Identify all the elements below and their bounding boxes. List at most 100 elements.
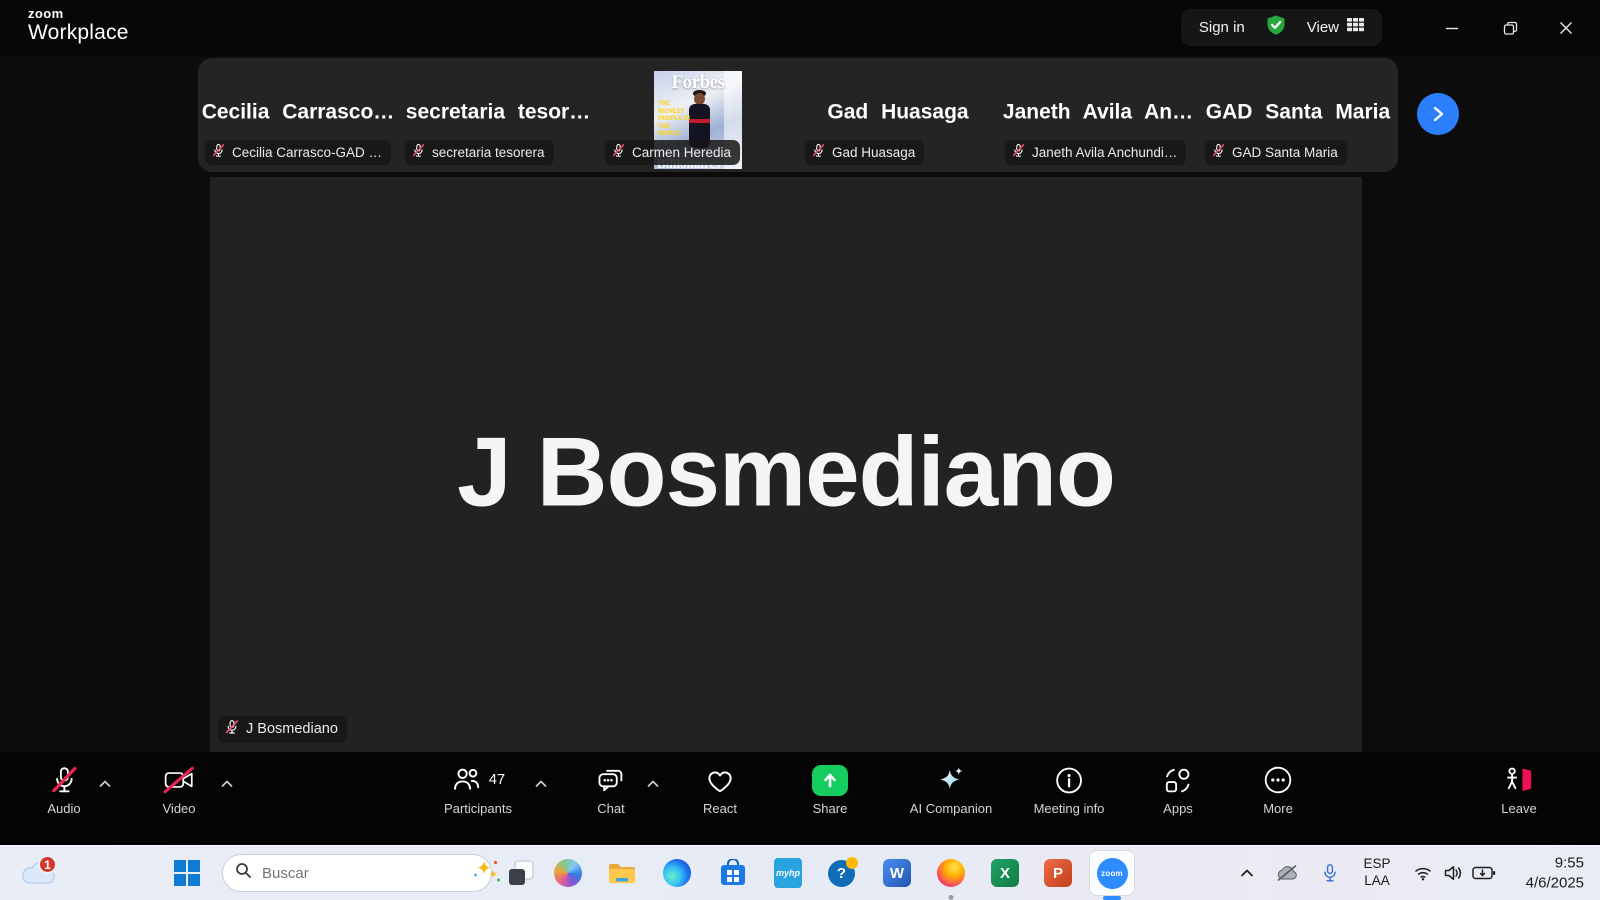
share-button[interactable]: Share: [812, 762, 848, 816]
video-tile-gad-huasaga[interactable]: Gad Huasaga Gad Huasaga: [798, 58, 998, 172]
zoom-glyph: zoom: [1097, 858, 1128, 889]
edge-browser-icon[interactable]: [663, 859, 691, 887]
tile-display-name: Cecilia Carrasco…: [198, 101, 398, 125]
window-titlebar: zoom Workplace Sign in View: [0, 0, 1600, 56]
microsoft-store-icon[interactable]: [720, 859, 746, 887]
battery-icon[interactable]: [1472, 866, 1496, 881]
language-indicator[interactable]: ESP LAA: [1363, 856, 1390, 890]
speaker-display-name: J Bosmediano: [210, 415, 1362, 528]
video-button[interactable]: Video: [162, 762, 195, 816]
react-label: React: [703, 801, 737, 816]
participants-label: Participants: [444, 801, 512, 816]
mic-muted-icon: [811, 143, 826, 161]
tile-display-name: Janeth Avila An…: [998, 101, 1198, 125]
tile-name-pill: Cecilia Carrasco-GAD …: [205, 140, 391, 165]
heart-icon: [705, 762, 735, 798]
info-icon: [1054, 762, 1083, 798]
word-glyph: W: [883, 859, 911, 887]
search-input[interactable]: [262, 865, 461, 882]
view-button[interactable]: View: [1307, 18, 1364, 37]
forbes-masthead: Forbes: [654, 72, 742, 94]
copilot-app-icon[interactable]: [554, 859, 582, 887]
participants-count: 47: [489, 772, 505, 788]
video-options-chevron[interactable]: [221, 775, 234, 793]
taskbar-search[interactable]: [222, 854, 492, 892]
video-tile-secretaria[interactable]: secretaria tesor… secretaria tesorera: [398, 58, 598, 172]
tile-display-name: secretaria tesor…: [398, 101, 598, 125]
tile-name-pill: Carmen Heredia: [605, 140, 740, 165]
meeting-toolbar: Audio Video 47 Participants Chat React: [0, 752, 1600, 845]
clock-date: 4/6/2025: [1526, 873, 1584, 893]
video-tile-janeth[interactable]: Janeth Avila An… Janeth Avila Anchundi…: [998, 58, 1198, 172]
participants-button[interactable]: 47 Participants: [444, 762, 512, 816]
more-button[interactable]: More: [1263, 762, 1293, 816]
task-view-button[interactable]: [507, 859, 535, 887]
video-tile-carmen[interactable]: Forbes The richest people in the world B…: [598, 58, 798, 172]
tile-name-label: GAD Santa Maria: [1232, 145, 1338, 160]
close-button[interactable]: [1540, 0, 1592, 56]
search-icon: [235, 862, 252, 884]
meeting-info-button[interactable]: Meeting info: [1034, 762, 1105, 816]
help-app-icon[interactable]: ?: [828, 858, 858, 888]
apps-label: Apps: [1163, 801, 1193, 816]
participant-filmstrip: Cecilia Carrasco… Cecilia Carrasco-GAD ……: [198, 58, 1398, 172]
share-screen-icon: [812, 765, 848, 796]
audio-button[interactable]: Audio: [47, 762, 80, 816]
more-ellipsis-icon: [1263, 762, 1293, 798]
file-explorer-icon[interactable]: [607, 860, 637, 886]
tile-display-name: Gad Huasaga: [798, 101, 998, 125]
ai-companion-button[interactable]: AI Companion: [910, 762, 992, 816]
speaker-name-label: J Bosmediano: [246, 721, 338, 737]
video-tile-gad-santa-maria[interactable]: GAD Santa Maria GAD Santa Maria: [1198, 58, 1398, 172]
participants-options-chevron[interactable]: [535, 775, 548, 793]
help-badge-dot: [846, 857, 858, 869]
brand-zoom: zoom: [28, 7, 129, 20]
account-area: Sign in View: [1181, 9, 1382, 46]
chat-button[interactable]: Chat: [596, 762, 626, 816]
firefox-browser-icon[interactable]: [937, 859, 965, 887]
language-line2: LAA: [1364, 873, 1390, 890]
participants-icon: [451, 765, 481, 796]
view-label: View: [1307, 19, 1339, 36]
mic-muted-icon: [411, 143, 426, 161]
apps-button[interactable]: Apps: [1163, 762, 1193, 816]
zoom-app-icon[interactable]: zoom: [1089, 850, 1135, 896]
sign-in-button[interactable]: Sign in: [1199, 19, 1245, 36]
powerpoint-app-icon[interactable]: P: [1044, 859, 1072, 887]
share-label: Share: [813, 801, 848, 816]
word-app-icon[interactable]: W: [883, 859, 911, 887]
tile-name-label: Carmen Heredia: [632, 145, 731, 160]
next-page-button[interactable]: [1417, 93, 1459, 135]
react-button[interactable]: React: [703, 762, 737, 816]
excel-app-icon[interactable]: X: [991, 859, 1019, 887]
mic-muted-icon: [611, 143, 626, 161]
tray-chevron-up[interactable]: [1240, 869, 1254, 878]
copilot-sparkle-icon: [471, 859, 501, 888]
onedrive-paused-icon[interactable]: [1276, 865, 1299, 882]
leave-button[interactable]: Leave: [1501, 762, 1536, 816]
main-speaker-tile[interactable]: J Bosmediano J Bosmediano: [210, 177, 1362, 752]
mic-muted-icon: [224, 719, 240, 739]
tray-mic-icon[interactable]: [1323, 864, 1337, 883]
wifi-icon[interactable]: [1414, 865, 1433, 882]
zoom-active-indicator: [1103, 896, 1121, 900]
tile-name-label: Cecilia Carrasco-GAD …: [232, 145, 382, 160]
minimize-button[interactable]: [1426, 0, 1478, 56]
excel-glyph: X: [991, 859, 1019, 887]
ai-sparkle-icon: [935, 762, 967, 798]
audio-options-chevron[interactable]: [99, 775, 112, 793]
notification-badge[interactable]: 1: [38, 855, 57, 874]
taskbar-clock[interactable]: 9:55 4/6/2025: [1526, 854, 1584, 893]
tile-name-pill: Janeth Avila Anchundi…: [1005, 140, 1186, 165]
tile-name-label: Gad Huasaga: [832, 145, 915, 160]
chat-options-chevron[interactable]: [647, 775, 660, 793]
restore-button[interactable]: [1484, 0, 1536, 56]
powerpoint-glyph: P: [1044, 859, 1072, 887]
myhp-app-icon[interactable]: myhp: [774, 858, 802, 888]
start-button[interactable]: [174, 860, 200, 886]
chat-label: Chat: [597, 801, 624, 816]
speaker-icon[interactable]: [1443, 864, 1463, 882]
mic-muted-icon: [1011, 143, 1026, 161]
video-tile-cecilia[interactable]: Cecilia Carrasco… Cecilia Carrasco-GAD …: [198, 58, 398, 172]
security-shield-icon[interactable]: [1265, 14, 1287, 41]
